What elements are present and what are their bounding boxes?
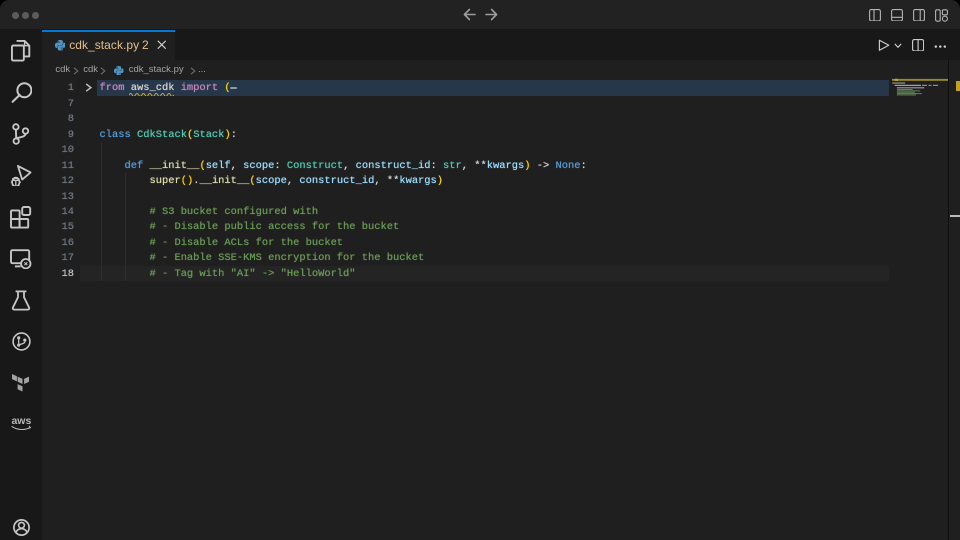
svg-text:aws: aws xyxy=(11,415,31,427)
